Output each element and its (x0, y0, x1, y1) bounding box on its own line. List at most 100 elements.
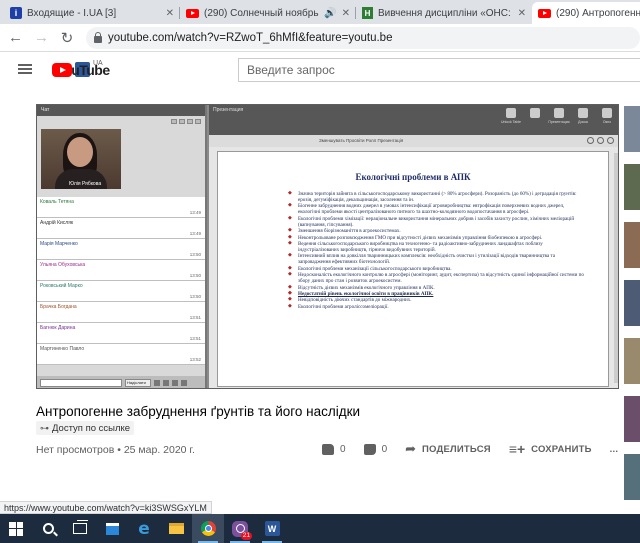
taskbar-word[interactable]: W (256, 514, 288, 543)
menu-hamburger-icon[interactable] (18, 64, 32, 74)
recommendation-thumbnail[interactable] (624, 454, 640, 500)
unlock-tool: Unlock Table (501, 108, 521, 124)
chat-panel-header: Чат (37, 105, 205, 116)
recommendation-thumbnail[interactable] (624, 164, 640, 210)
youtube-favicon (186, 8, 199, 18)
chat-message-list: Коваль Тетяна 13:49 Андрій Кисляк 13:49 Марі… (37, 197, 205, 365)
youtube-play-icon (52, 62, 72, 77)
windows-logo-icon (9, 521, 23, 536)
address-url: youtube.com/watch?v=RZwoT_6hMfI&feature=… (108, 31, 393, 44)
chat-panel: Чат Юлія Рябкова Коваль Тетяна 13:49 Андрі… (37, 105, 207, 388)
recommendation-thumbnail[interactable] (624, 222, 640, 268)
video-meta: Нет просмотров • 25 мар. 2020 г. (36, 444, 195, 456)
fit-icon (607, 137, 614, 144)
moodle-h-favicon: H (362, 7, 373, 19)
chat-message: Ульяна Обуховська 13:50 (37, 260, 205, 281)
chat-time: 13:51 (189, 336, 201, 341)
start-button[interactable] (0, 514, 32, 543)
address-bar[interactable]: youtube.com/watch?v=RZwoT_6hMfI&feature=… (86, 26, 640, 49)
close-tab-icon[interactable]: ✕ (518, 8, 526, 19)
tab-title: (290) Солнечный ноябрь - (204, 7, 320, 19)
reload-icon[interactable]: ↻ (60, 29, 74, 47)
presentation-slide: Екологічні проблеми в АПК Значна територ… (217, 151, 609, 387)
browser-toolbar: ← → ↻ youtube.com/watch?v=RZwoT_6hMfI&fe… (0, 24, 640, 52)
chat-footer: Надіслати (37, 376, 205, 388)
taskbar-explorer[interactable] (160, 514, 192, 543)
dislike-count: 0 (381, 443, 388, 455)
slide-bullet: Зменшення біорізноманіття в агроекосисте… (288, 228, 584, 234)
access-badge: ⊶ Доступ по ссылке (36, 421, 135, 435)
chat-author: Коваль Тетяна (40, 199, 74, 205)
slide-bullet: Екологічні проблеми механізації сільсько… (288, 266, 584, 272)
task-view-button[interactable] (64, 514, 96, 543)
zoom-out-icon (597, 137, 604, 144)
recommendation-thumbnail[interactable] (624, 338, 640, 384)
browser-tab-strip: i Входящие - I.UA [3] ✕ (290) Солнечный … (0, 0, 640, 24)
chat-tool-icon (172, 380, 178, 386)
chat-message: Коваль Тетяна 13:49 (37, 197, 205, 218)
search-placeholder: Введите запрос (247, 63, 335, 77)
dislike-button[interactable]: 0 (363, 443, 388, 455)
i-ua-favicon: i (10, 7, 22, 19)
share-icon: ➦ (405, 441, 417, 456)
close-tab-icon[interactable]: ✕ (166, 8, 174, 19)
share-label: ПОДЕЛИТЬСЯ (422, 443, 491, 455)
like-button[interactable]: 0 (322, 443, 346, 455)
store-icon (105, 522, 119, 535)
save-button[interactable]: ≡+ СОХРАНИТЬ (509, 441, 592, 457)
tab-title: Вивчення дисципліни «ОНС: Екологія» (378, 7, 513, 19)
search-input[interactable]: Введите запрос (238, 58, 640, 82)
browser-tab-iua[interactable]: i Входящие - I.UA [3] ✕ (4, 2, 180, 24)
slide-bullet: Недостатній рівень екологічної освіти в … (288, 291, 584, 297)
add-playlist-icon: ≡+ (508, 441, 526, 457)
taskbar-store[interactable] (96, 514, 128, 543)
like-count: 0 (340, 443, 346, 455)
slide-scrollbar (614, 153, 618, 383)
chat-message: Роковський Марко 13:50 (37, 281, 205, 302)
presentation-panel-header: Презентация (213, 107, 244, 113)
back-arrow-icon[interactable]: ← (8, 29, 23, 46)
window-tool: Окно (600, 108, 614, 124)
youtube-favicon (538, 8, 551, 18)
more-actions-button[interactable]: ... (610, 444, 619, 455)
chat-message: Брачка Богдана 13:51 (37, 302, 205, 323)
slide-bullet: Біогенне забруднення водних джерел в умо… (288, 203, 584, 215)
youtube-header: YouTube UA Введите запрос (0, 53, 640, 87)
chat-author: Ульяна Обуховська (40, 262, 86, 268)
taskbar-search-button[interactable] (32, 514, 64, 543)
link-icon: ⊶ (40, 422, 49, 433)
presentation-tool: Презентация (548, 108, 570, 124)
tab-title: (290) Антропогенне забрудн (556, 7, 640, 19)
browser-tab-moodle[interactable]: H Вивчення дисципліни «ОНС: Екологія» ✕ (356, 2, 532, 24)
browser-tab-youtube-1[interactable]: (290) Солнечный ноябрь - 🔊 ✕ (180, 2, 356, 24)
speaker-icon[interactable]: 🔊 (324, 8, 336, 19)
browser-tab-youtube-active[interactable]: (290) Антропогенне забрудн (532, 2, 640, 24)
share-button[interactable]: ➦ ПОДЕЛИТЬСЯ (405, 441, 491, 457)
slide-title: Екологічні проблеми в АПК (355, 172, 471, 182)
forward-arrow-icon[interactable]: → (34, 29, 49, 46)
video-player[interactable]: Чат Юлія Рябкова Коваль Тетяна 13:49 Андрі… (36, 104, 619, 389)
recommendation-thumbnail[interactable] (624, 396, 640, 442)
chat-author: Роковський Марко (40, 283, 83, 289)
taskbar-chrome[interactable] (192, 514, 224, 543)
close-tab-icon[interactable]: ✕ (342, 8, 350, 19)
board-tool: Доска (576, 108, 590, 124)
tab-title: Входящие - I.UA [3] (27, 7, 117, 19)
notification-badge: 21 (240, 532, 252, 540)
taskbar-edge[interactable]: e (128, 514, 160, 543)
thumb-up-icon (322, 443, 334, 455)
youtube-logo[interactable]: YouTube UA (52, 60, 110, 78)
recommendation-thumbnail[interactable] (624, 106, 640, 152)
chat-author: Брачка Богдана (40, 304, 77, 310)
chat-message: Андрій Кисляк 13:49 (37, 218, 205, 239)
chat-time: 13:49 (189, 210, 201, 215)
pointer-tool (528, 108, 542, 124)
recommendation-thumbnail[interactable] (624, 280, 640, 326)
chat-message: Марія Марченко 13:50 (37, 239, 205, 260)
slide-bullet: Екологічні проблеми агроліссомеліорації. (288, 304, 584, 310)
chat-time: 13:49 (189, 231, 201, 236)
window-icon (602, 108, 612, 118)
slide-bullet: Відсутність дієвих механізмів екологічно… (288, 285, 584, 291)
taskbar-viber[interactable]: 21 (224, 514, 256, 543)
chat-input (40, 379, 122, 387)
